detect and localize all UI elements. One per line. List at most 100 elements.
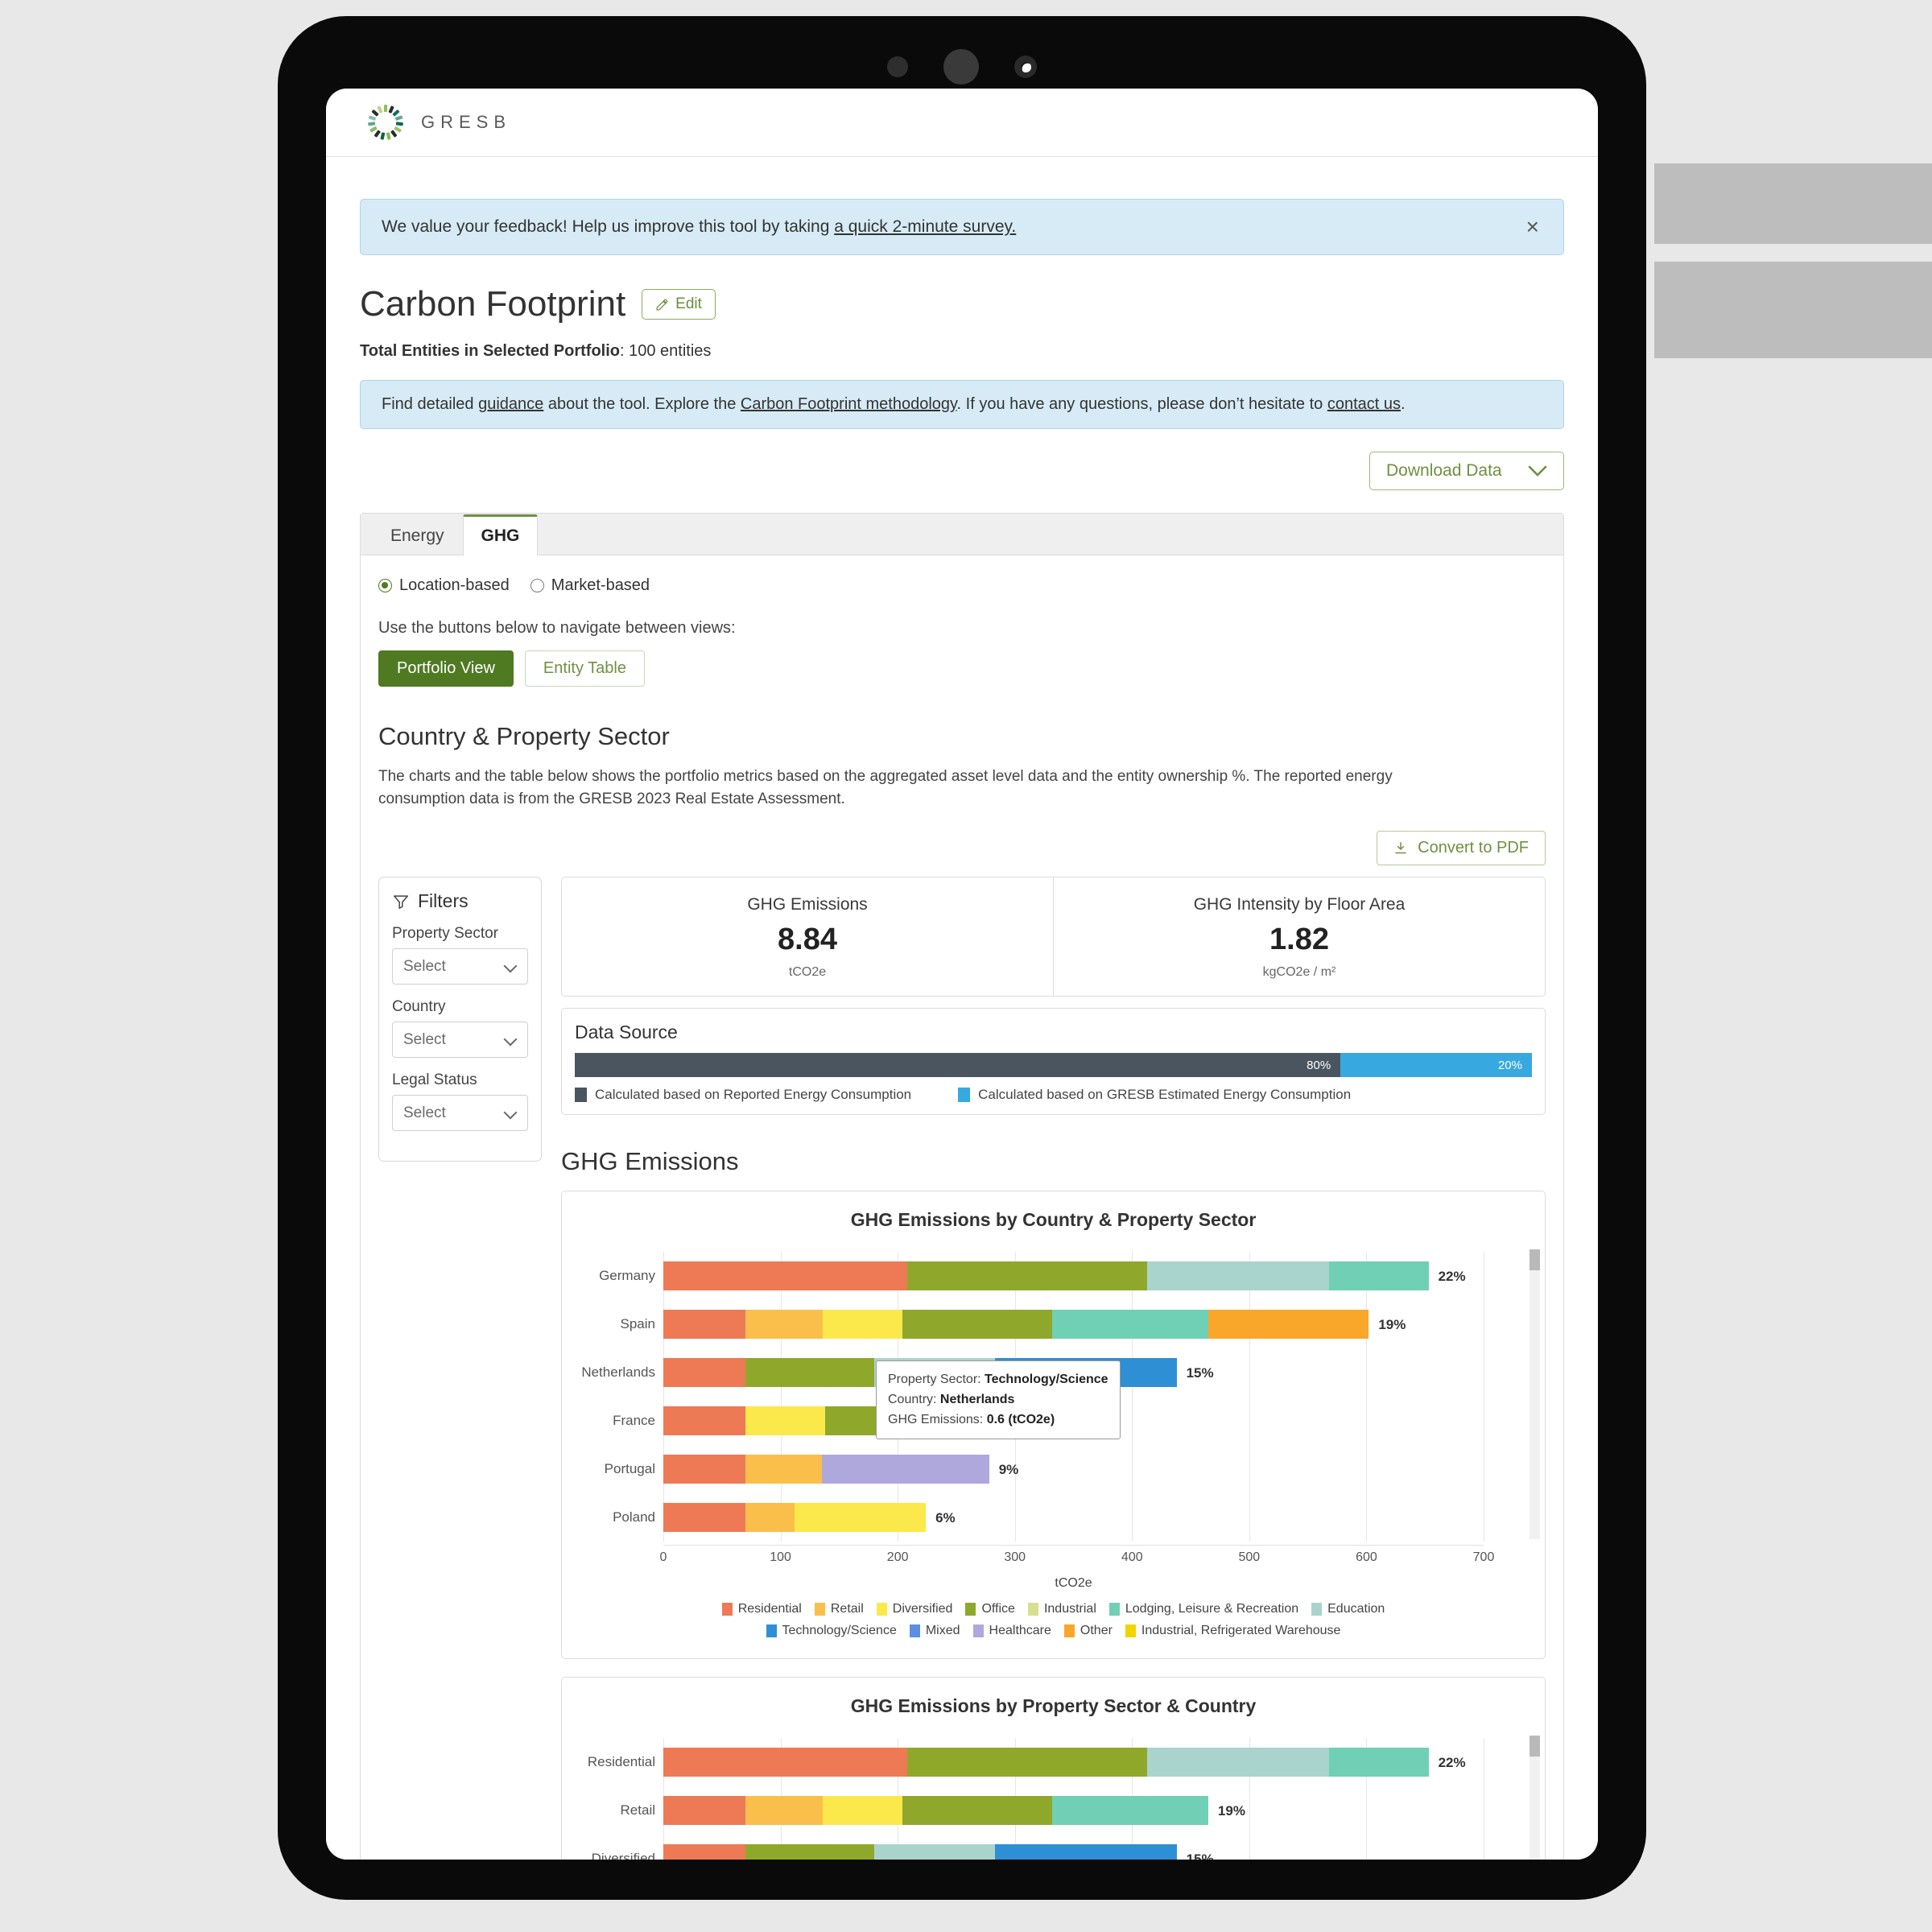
section-title: Country & Property Sector	[378, 722, 670, 750]
convert-to-pdf-button[interactable]: Convert to PDF	[1377, 831, 1546, 866]
radio-market-based[interactable]: Market-based	[530, 576, 650, 595]
tab-energy[interactable]: Energy	[372, 516, 463, 555]
filter-select-legal-status[interactable]: Select	[392, 1095, 528, 1132]
gresb-logo-icon	[368, 105, 403, 140]
chart-legend-item[interactable]: Industrial, Refrigerated Warehouse	[1125, 1624, 1340, 1638]
contact-us-link[interactable]: contact us	[1327, 395, 1401, 413]
filter-value-property-sector: Select	[403, 957, 446, 975]
download-icon	[1395, 842, 1406, 854]
chart-x-tick: 100	[770, 1550, 791, 1565]
chart-bar-track: 19%	[663, 1796, 1484, 1826]
chart-legend-item[interactable]: Other	[1063, 1624, 1113, 1638]
chart-bar-segment[interactable]	[663, 1796, 745, 1826]
edit-button[interactable]: Edit	[642, 289, 716, 320]
chart-bar-track: 19%	[663, 1310, 1484, 1340]
chart-row: Diversified 15%	[592, 1835, 1484, 1860]
filters-title: Filters	[418, 890, 469, 912]
chart-bar-segment[interactable]	[745, 1503, 795, 1533]
guidance-link[interactable]: guidance	[478, 395, 543, 413]
chart-legend-item[interactable]: Lodging, Leisure & Recreation	[1108, 1602, 1298, 1616]
tab-body: Location-based Market-based Use the butt…	[361, 555, 1563, 1860]
chart-category-label: Residential	[587, 1754, 655, 1770]
chart-bar-segment[interactable]	[795, 1503, 927, 1533]
legend-swatch-icon	[1063, 1624, 1075, 1638]
chart-legend-item[interactable]: Residential	[721, 1602, 802, 1616]
feedback-survey-link[interactable]: a quick 2-minute survey.	[834, 217, 1016, 236]
chart-percent-label: 19%	[1217, 1803, 1245, 1819]
chart-bar-segment[interactable]	[663, 1358, 745, 1388]
chart-bar-segment[interactable]	[745, 1310, 823, 1340]
chart-legend-item[interactable]: Technology/Science	[766, 1624, 897, 1638]
kpi-ghg-intensity: GHG Intensity by Floor Area 1.82 kgCO2e …	[1053, 877, 1545, 997]
chart-bar-segment[interactable]	[1052, 1796, 1208, 1826]
chart-legend-item[interactable]: Healthcare	[972, 1624, 1051, 1638]
chart-bar-segment[interactable]	[821, 1455, 989, 1484]
chart-legend-item[interactable]: Diversified	[876, 1602, 952, 1616]
legend-swatch-icon	[909, 1624, 920, 1638]
guidance-seg1: Find detailed	[382, 395, 479, 413]
brand-logo[interactable]: GRESB	[365, 101, 511, 143]
radio-market-based-dot	[530, 579, 544, 592]
chart-bar-segment[interactable]	[1147, 1748, 1329, 1777]
close-icon[interactable]: ×	[1523, 216, 1542, 238]
chart-bar-segment[interactable]	[1328, 1261, 1429, 1291]
chart-bar-segment[interactable]	[663, 1748, 907, 1777]
filter-select-property-sector[interactable]: Select	[392, 948, 528, 985]
chart-bar-segment[interactable]	[745, 1796, 823, 1826]
front-camera-icon	[1014, 56, 1037, 78]
chart-bar-segment[interactable]	[663, 1844, 745, 1860]
kpi-ghg-emissions-value: 8.84	[778, 923, 837, 957]
chart-category-label: Spain	[620, 1316, 655, 1332]
chart-legend: Residential Retail Diversified Office Indust…	[576, 1602, 1530, 1638]
chart-plot-area: Residential22%Retail19%Diversified15%Off…	[576, 1738, 1530, 1860]
tooltip-line-label: GHG Emissions:	[888, 1412, 987, 1426]
chart-bar-segment[interactable]	[902, 1310, 1053, 1340]
feedback-banner: We value your feedback! Help us improve …	[360, 199, 1564, 255]
download-data-button[interactable]: Download Data	[1369, 452, 1564, 490]
legend-swatch-icon	[575, 1088, 587, 1103]
chart-bar-segment[interactable]	[874, 1844, 995, 1860]
chart-bar-segment[interactable]	[663, 1406, 745, 1436]
entity-table-button[interactable]: Entity Table	[524, 650, 645, 687]
chart-scrollbar-thumb[interactable]	[1530, 1249, 1540, 1271]
filter-select-country[interactable]: Select	[392, 1022, 528, 1059]
side-placeholder-block-1	[1654, 163, 1932, 244]
chart-legend-item[interactable]: Industrial	[1027, 1602, 1096, 1616]
chart-legend-item[interactable]: Retail	[814, 1602, 864, 1616]
chart-row: Germany 22%	[599, 1252, 1484, 1300]
chart-vertical-scrollbar[interactable]	[1530, 1249, 1540, 1540]
tab-ghg[interactable]: GHG	[462, 514, 539, 555]
chart-bar-segment[interactable]	[994, 1844, 1177, 1860]
chart-row: Poland 6%	[613, 1493, 1484, 1542]
filters-panel: Filters Property Sector Select Country S…	[378, 877, 542, 1162]
chart-bar-segment[interactable]	[1052, 1310, 1208, 1340]
chart-legend-item[interactable]: Office	[965, 1602, 1015, 1616]
chart-bar-segment[interactable]	[745, 1844, 875, 1860]
section-description: The charts and the table below shows the…	[378, 768, 1393, 807]
chart-vertical-scrollbar[interactable]	[1530, 1736, 1540, 1860]
methodology-link[interactable]: Carbon Footprint methodology	[741, 395, 957, 413]
chart-bar-segment[interactable]	[822, 1796, 902, 1826]
chart-bar-segment[interactable]	[663, 1261, 907, 1291]
chart-bar-segment[interactable]	[822, 1310, 902, 1340]
tooltip-line-label: Country:	[888, 1392, 940, 1406]
portfolio-view-button[interactable]: Portfolio View	[378, 650, 514, 687]
chart-bar-segment[interactable]	[1208, 1310, 1369, 1340]
radio-location-based[interactable]: Location-based	[378, 576, 510, 595]
chart-legend-item[interactable]: Mixed	[909, 1624, 960, 1638]
chart-bar-segment[interactable]	[745, 1406, 825, 1436]
chart-legend-item[interactable]: Education	[1311, 1602, 1385, 1616]
chart-bar-segment[interactable]	[1147, 1261, 1329, 1291]
chart-bar-segment[interactable]	[745, 1358, 875, 1388]
chart-bar-segment[interactable]	[902, 1796, 1053, 1826]
kpi-ghg-emissions-unit: tCO2e	[788, 965, 827, 980]
chart-bar-segment[interactable]	[663, 1455, 745, 1484]
chart-scrollbar-thumb[interactable]	[1530, 1736, 1540, 1757]
chart-bar-segment[interactable]	[906, 1261, 1148, 1291]
feedback-banner-lead: We value your feedback! Help us improve …	[382, 217, 835, 236]
chart-bar-segment[interactable]	[1328, 1748, 1429, 1777]
chart-bar-segment[interactable]	[906, 1748, 1148, 1777]
chart-bar-segment[interactable]	[745, 1455, 822, 1484]
chart-bar-segment[interactable]	[663, 1310, 745, 1340]
chart-bar-segment[interactable]	[663, 1503, 745, 1533]
